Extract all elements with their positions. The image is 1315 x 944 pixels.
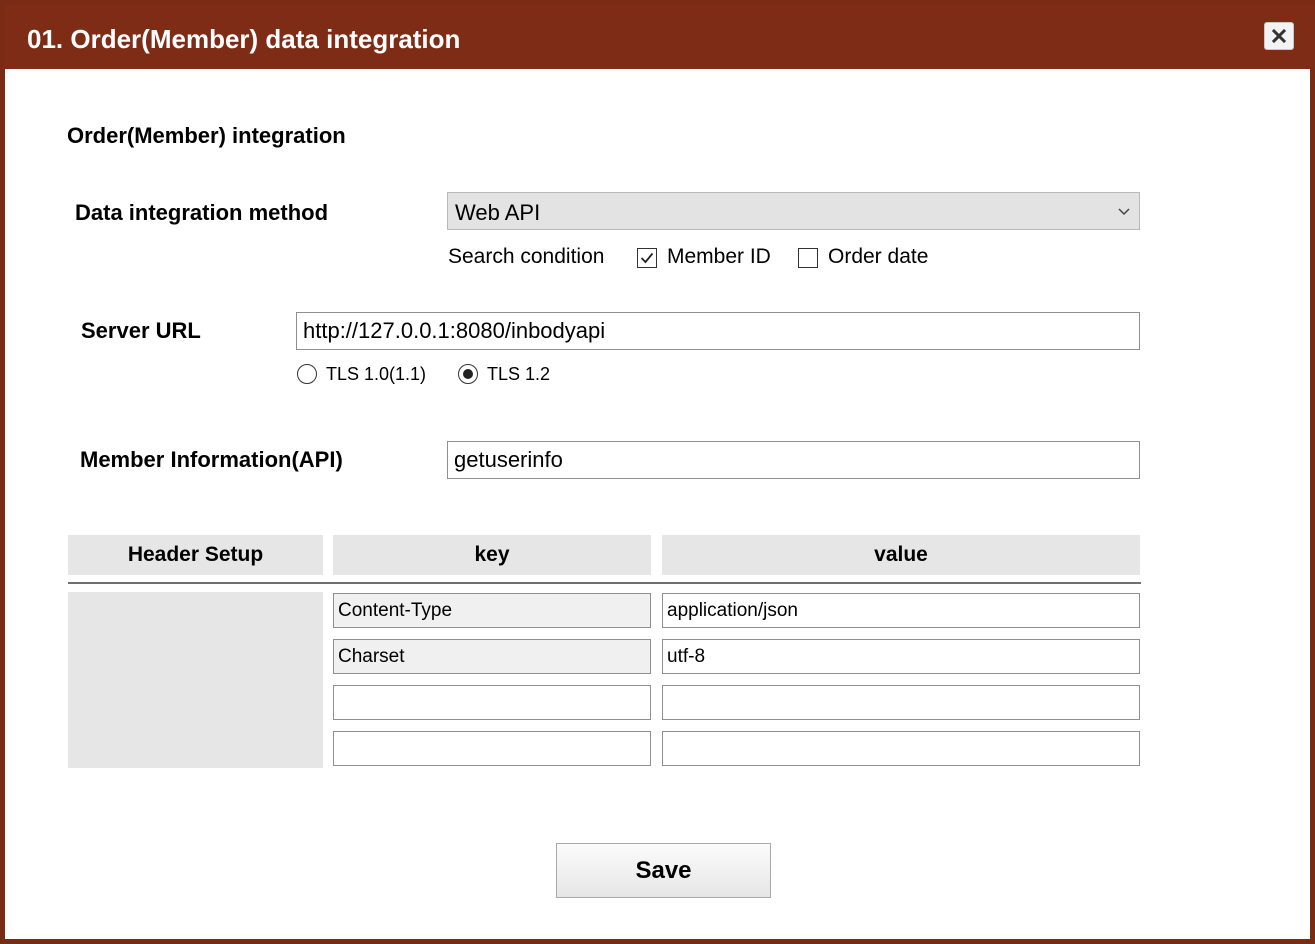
header-key-input-4[interactable] [333,731,651,766]
chevron-down-icon [1118,208,1130,216]
key-column-header: key [333,535,651,575]
title-bar[interactable]: 01. Order(Member) data integration [5,5,1315,69]
header-key-input-2[interactable]: Charset [333,639,651,674]
order-date-label[interactable]: Order date [828,245,928,269]
integration-method-select[interactable]: Web API [447,192,1140,230]
save-button[interactable]: Save [556,843,771,898]
tls-old-radio[interactable] [297,364,317,384]
close-button[interactable] [1264,22,1294,50]
order-date-checkbox[interactable] [798,248,818,268]
header-value-input-2[interactable]: utf-8 [662,639,1140,674]
tls-new-radio[interactable] [458,364,478,384]
server-url-label: Server URL [81,318,201,343]
integration-method-label: Data integration method [75,200,329,225]
value-column-header: value [662,535,1140,575]
close-icon [1272,29,1286,43]
section-title: Order(Member) integration [67,123,346,148]
search-condition-label: Search condition [448,245,605,268]
member-id-label[interactable]: Member ID [667,245,771,269]
member-info-input[interactable]: getuserinfo [447,441,1140,479]
table-divider [68,582,1141,584]
header-key-input-3[interactable] [333,685,651,720]
member-info-label: Member Information(API) [80,447,343,472]
tls-old-label[interactable]: TLS 1.0(1.1) [326,364,426,385]
dialog-window: 01. Order(Member) data integration Order… [0,0,1315,944]
window-title: 01. Order(Member) data integration [27,24,461,54]
server-url-input[interactable]: http://127.0.0.1:8080/inbodyapi [296,312,1140,350]
member-id-checkbox[interactable] [637,248,657,268]
header-value-input-4[interactable] [662,731,1140,766]
header-value-input-3[interactable] [662,685,1140,720]
header-value-input-1[interactable]: application/json [662,593,1140,628]
header-setup-column-header: Header Setup [68,535,323,575]
header-key-input-1[interactable]: Content-Type [333,593,651,628]
integration-method-value: Web API [455,200,541,225]
header-setup-cell [68,592,323,768]
tls-new-label[interactable]: TLS 1.2 [487,364,550,385]
check-icon [640,252,654,264]
